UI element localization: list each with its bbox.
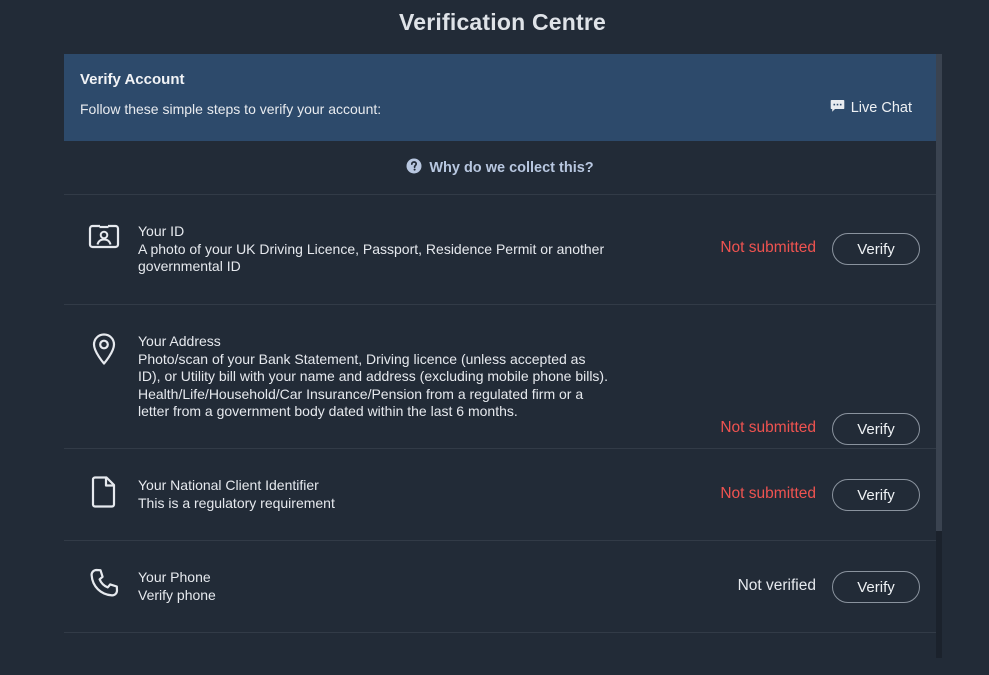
verify-account-subtitle: Follow these simple steps to verify your… xyxy=(80,101,382,117)
step-description: Verify phone xyxy=(138,586,216,603)
status-badge: Not verified xyxy=(737,577,816,594)
scrollbar-thumb[interactable] xyxy=(936,54,942,531)
step-row-address: Your Address Photo/scan of your Bank Sta… xyxy=(64,305,936,449)
live-chat-button[interactable]: Live Chat xyxy=(830,99,912,117)
scrollbar[interactable] xyxy=(936,54,942,658)
phone-icon xyxy=(88,567,120,603)
status-badge: Not submitted xyxy=(720,419,816,436)
why-collect-link[interactable]: Why do we collect this? xyxy=(64,141,936,195)
step-title: Your Phone xyxy=(138,569,211,585)
step-description: Photo/scan of your Bank Statement, Drivi… xyxy=(138,350,608,420)
verify-address-button[interactable]: Verify xyxy=(832,413,920,445)
why-collect-label: Why do we collect this? xyxy=(429,159,594,176)
document-icon xyxy=(88,475,120,511)
step-title: Your Address xyxy=(138,333,221,349)
verify-id-button[interactable]: Verify xyxy=(832,233,920,265)
id-card-icon xyxy=(88,222,120,258)
step-title: Your ID xyxy=(138,223,185,239)
live-chat-label: Live Chat xyxy=(850,100,912,116)
status-badge: Not submitted xyxy=(720,239,816,256)
status-badge: Not submitted xyxy=(720,485,816,502)
step-text-id: Your ID A photo of your UK Driving Licen… xyxy=(138,223,608,276)
verify-account-title: Verify Account xyxy=(80,71,185,88)
step-row-nci: Your National Client Identifier This is … xyxy=(64,449,936,541)
verify-account-header: Verify Account Follow these simple steps… xyxy=(64,54,936,141)
step-text-address: Your Address Photo/scan of your Bank Sta… xyxy=(138,333,608,421)
step-row-id: Your ID A photo of your UK Driving Licen… xyxy=(64,195,936,305)
chat-bubble-icon xyxy=(830,99,845,117)
step-text-nci: Your National Client Identifier This is … xyxy=(138,477,608,512)
step-row-phone: Your Phone Verify phone Not verified Ver… xyxy=(64,541,936,633)
step-description: A photo of your UK Driving Licence, Pass… xyxy=(138,240,605,275)
step-description: This is a regulatory requirement xyxy=(138,494,335,511)
step-text-phone: Your Phone Verify phone xyxy=(138,569,608,604)
step-title: Your National Client Identifier xyxy=(138,477,319,493)
verification-panel: Verify Account Follow these simple steps… xyxy=(64,54,936,675)
location-pin-icon xyxy=(88,332,120,368)
verify-phone-button[interactable]: Verify xyxy=(832,571,920,603)
verify-nci-button[interactable]: Verify xyxy=(832,479,920,511)
page-title: Verification Centre xyxy=(398,9,607,35)
question-circle-icon xyxy=(406,158,422,178)
